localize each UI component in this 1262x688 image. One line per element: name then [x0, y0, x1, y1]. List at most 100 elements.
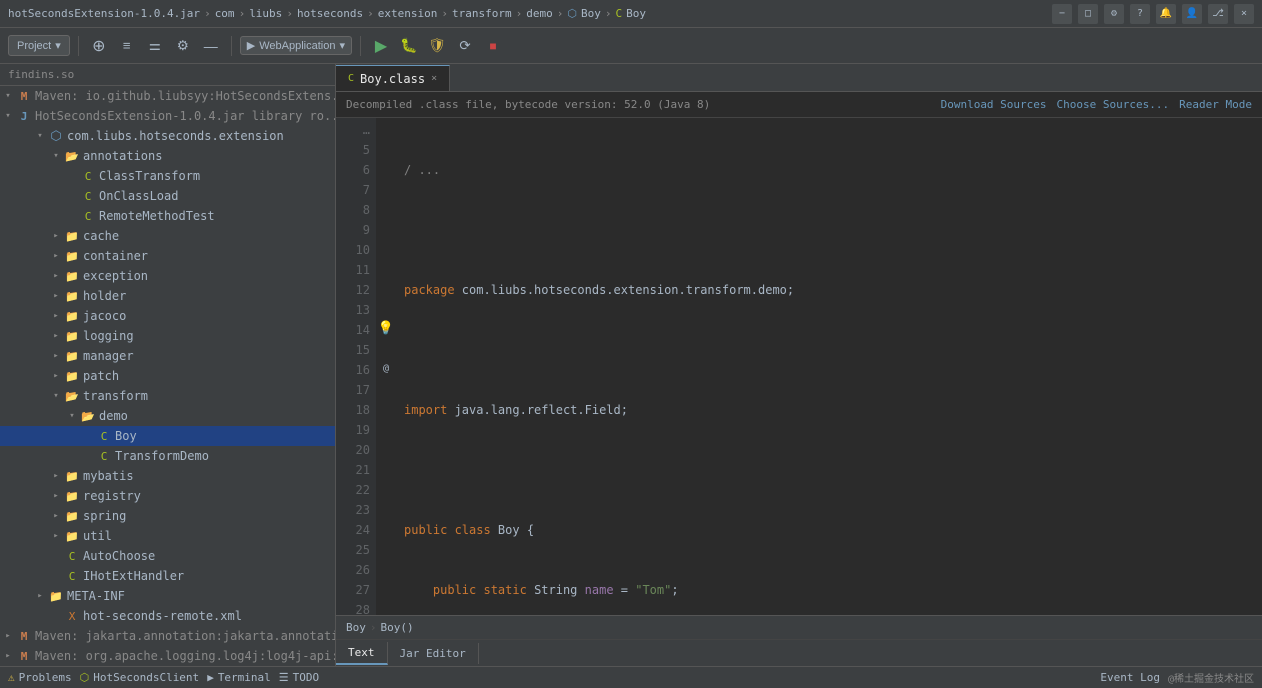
class-ihotexthandler-icon: C	[64, 568, 80, 584]
sidebar-item-annotations[interactable]: ▾ 📂 annotations	[0, 146, 335, 166]
warning-icon: ⚠	[8, 671, 15, 684]
bottom-tab-bar: Text Jar Editor	[336, 640, 1262, 666]
maximize-button[interactable]: □	[1078, 4, 1098, 24]
sidebar-item-logging[interactable]: ▸ 📁 logging	[0, 326, 335, 346]
folder-demo-icon: 📂	[80, 408, 96, 424]
sidebar-item-jacoco[interactable]: ▸ 📁 jacoco	[0, 306, 335, 326]
sidebar-item-jar-root[interactable]: ▾ HotSecondsExtension-1.0.4.jar library …	[0, 106, 335, 126]
expand-arrow: ▾	[48, 151, 64, 161]
code-editor[interactable]: … 5 6 7 8 9 10 11 12 13 14 15 16 17 18 1…	[336, 118, 1262, 615]
maven-jakarta-icon	[16, 628, 32, 644]
sidebar-item-util[interactable]: ▸ 📁 util	[0, 526, 335, 546]
sidebar-item-transform[interactable]: ▾ 📂 transform	[0, 386, 335, 406]
coverage-button[interactable]: 🛡	[425, 34, 449, 58]
sidebar-item-remotemethodtest[interactable]: C RemoteMethodTest	[0, 206, 335, 226]
toolbar-separator	[78, 36, 79, 56]
sidebar-item-meta-inf[interactable]: ▸ 📁 META-INF	[0, 586, 335, 606]
sidebar-item-spring[interactable]: ▸ 📁 spring	[0, 506, 335, 526]
jar-icon	[16, 108, 32, 124]
folder-mybatis-icon: 📁	[64, 468, 80, 484]
sidebar-item-cache[interactable]: ▸ 📁 cache	[0, 226, 335, 246]
sidebar-item-classtransform[interactable]: C ClassTransform	[0, 166, 335, 186]
sidebar-item-mybatis[interactable]: ▸ 📁 mybatis	[0, 466, 335, 486]
code-line-comment: / ...	[404, 160, 1254, 180]
vcs-icon[interactable]: ⎇	[1208, 4, 1228, 24]
project-sidebar: findins.so ▾ Maven: io.github.liubsyy:Ho…	[0, 64, 336, 666]
bottom-tab-jar-editor[interactable]: Jar Editor	[388, 643, 479, 664]
webapp-selector[interactable]: ▶ WebApplication ▾	[240, 36, 352, 55]
sidebar-item-exception[interactable]: ▸ 📁 exception	[0, 266, 335, 286]
close-button[interactable]: ×	[1234, 4, 1254, 24]
tab-bar: C Boy.class ×	[336, 64, 1262, 92]
bulb-icon[interactable]: 💡	[378, 321, 394, 336]
reader-mode-button[interactable]: Reader Mode	[1179, 98, 1252, 111]
sidebar-item-manager[interactable]: ▸ 📁 manager	[0, 346, 335, 366]
hotsecondsClient-button[interactable]: ⬡ HotSecondsClient	[80, 671, 200, 684]
settings-icon[interactable]: ⚙	[1104, 4, 1124, 24]
commit-button[interactable]: ≡	[115, 34, 139, 58]
project-button[interactable]: Project ▾	[8, 35, 70, 56]
sidebar-item-maven-root[interactable]: ▾ Maven: io.github.liubsyy:HotSecondsExt…	[0, 86, 335, 106]
sidebar-item-demo[interactable]: ▾ 📂 demo	[0, 406, 335, 426]
hotclient-icon: ⬡	[80, 671, 90, 684]
download-sources-link[interactable]: Download Sources	[941, 98, 1047, 111]
title-filename: hotSecondsExtension-1.0.4.jar	[8, 7, 200, 20]
sidebar-item-boy[interactable]: C Boy	[0, 426, 335, 446]
breadcrumb-boy[interactable]: Boy	[346, 621, 366, 634]
profile-icon[interactable]: 👤	[1182, 4, 1202, 24]
tab-class-icon: C	[348, 73, 354, 84]
title-classname: Boy	[626, 7, 646, 20]
maven-icon	[16, 88, 32, 104]
debug-button[interactable]: 🐛	[397, 34, 421, 58]
event-log-button[interactable]: Event Log	[1100, 671, 1160, 684]
sidebar-item-registry[interactable]: ▸ 📁 registry	[0, 486, 335, 506]
sidebar-item-autochoose[interactable]: C AutoChoose	[0, 546, 335, 566]
profile-run-button[interactable]: ⟳	[453, 34, 477, 58]
sidebar-item-transformdemo[interactable]: C TransformDemo	[0, 446, 335, 466]
title-com: com	[215, 7, 235, 20]
breadcrumb-constructor[interactable]: Boy()	[381, 621, 414, 634]
choose-sources-link[interactable]: Choose Sources...	[1057, 98, 1170, 111]
code-line-6: package com.liubs.hotseconds.extension.t…	[404, 280, 1254, 300]
sidebar-item-maven-jakarta[interactable]: ▸ Maven: jakarta.annotation:jakarta.anno…	[0, 626, 335, 646]
sidebar-item-maven-log4j[interactable]: ▸ Maven: org.apache.logging.log4j:log4j-…	[0, 646, 335, 666]
coverage-icon: 🛡	[428, 37, 446, 54]
bottom-tab-text[interactable]: Text	[336, 642, 388, 665]
settings-button[interactable]: ⚙	[171, 34, 195, 58]
class-autochoose-icon: C	[64, 548, 80, 564]
class-icon: C	[80, 168, 96, 184]
stop-button[interactable]: ■	[481, 34, 505, 58]
sidebar-item-patch[interactable]: ▸ 📁 patch	[0, 366, 335, 386]
sidebar-item-container[interactable]: ▸ 📁 container	[0, 246, 335, 266]
code-line-7	[404, 340, 1254, 360]
minus-button[interactable]: —	[199, 34, 223, 58]
layout-button[interactable]: ⚌	[143, 34, 167, 58]
code-content[interactable]: / ... package com.liubs.hotseconds.exten…	[396, 118, 1262, 615]
sidebar-item-onclassload[interactable]: C OnClassLoad	[0, 186, 335, 206]
sidebar-item-hotsecondsremote[interactable]: X hot-seconds-remote.xml	[0, 606, 335, 626]
run-button[interactable]: ▶	[369, 34, 393, 58]
decompile-info: Decompiled .class file, bytecode version…	[346, 98, 931, 111]
todo-button[interactable]: ☰ TODO	[279, 671, 319, 684]
status-bar: ⚠ Problems ⬡ HotSecondsClient ▶ Terminal…	[0, 666, 1262, 688]
notifications-icon[interactable]: 🔔	[1156, 4, 1176, 24]
sidebar-item-ihotexthandler[interactable]: C IHotExtHandler	[0, 566, 335, 586]
toolbar-separator3	[360, 36, 361, 56]
help-icon[interactable]: ?	[1130, 4, 1150, 24]
toolbar-separator2	[231, 36, 232, 56]
folder-jacoco-icon: 📁	[64, 308, 80, 324]
sidebar-tree[interactable]: ▾ Maven: io.github.liubsyy:HotSecondsExt…	[0, 86, 335, 666]
tab-boy-class[interactable]: C Boy.class ×	[336, 65, 450, 91]
bottom-bar: Boy › Boy() Text Jar Editor	[336, 615, 1262, 666]
sidebar-item-pkg-com[interactable]: ▾ com.liubs.hotseconds.extension	[0, 126, 335, 146]
minimize-button[interactable]: −	[1052, 4, 1072, 24]
folder-transform-icon: 📂	[64, 388, 80, 404]
terminal-button[interactable]: ▶ Terminal	[207, 671, 271, 684]
sidebar-item-holder[interactable]: ▸ 📁 holder	[0, 286, 335, 306]
folder-exception-icon: 📁	[64, 268, 80, 284]
problems-button[interactable]: ⚠ Problems	[8, 671, 72, 684]
folder-manager-icon: 📁	[64, 348, 80, 364]
xml-icon: X	[64, 608, 80, 624]
tab-close-button[interactable]: ×	[431, 73, 437, 84]
add-module-button[interactable]: ⊕	[87, 34, 111, 58]
